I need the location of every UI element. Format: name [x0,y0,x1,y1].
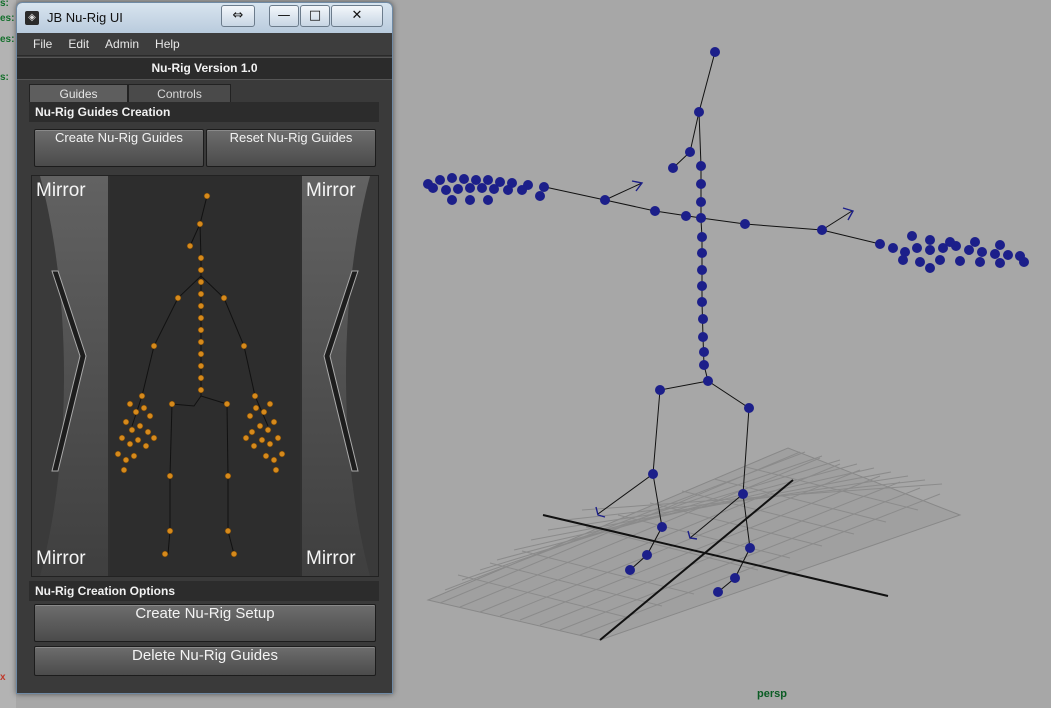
mirror-label: Mirror [306,548,356,569]
mirror-left-shape [32,176,87,576]
app-icon: ◈ [25,11,39,25]
delete-guides-button[interactable]: Delete Nu-Rig Guides [34,646,376,676]
mirror-right-panel[interactable]: Mirror Mirror [302,176,378,576]
window-titlebar[interactable]: ◈ JB Nu-Rig UI ⇔ — □ ✕ [17,3,392,33]
guide-picker-panel: Mirror Mirror Mirror Mirror [31,175,379,577]
mirror-left-panel[interactable]: Mirror Mirror [32,176,108,576]
guide-rig-svg [114,192,286,558]
tab-bar: Guides Controls [17,84,392,104]
options-section-header[interactable]: Nu-Rig Creation Options [29,581,379,601]
reset-guides-button[interactable]: Reset Nu-Rig Guides [206,129,376,167]
mirror-label: Mirror [306,180,356,201]
menu-file[interactable]: File [25,37,60,51]
guides-section-header[interactable]: Nu-Rig Guides Creation [29,102,379,122]
version-banner: Nu-Rig Version 1.0 [17,57,392,80]
mirror-label: Mirror [36,180,86,201]
minimize-button[interactable]: — [269,5,299,27]
guide-rig-diagram [110,176,300,576]
tab-guides[interactable]: Guides [29,84,128,104]
create-setup-button[interactable]: Create Nu-Rig Setup [34,604,376,642]
tab-controls[interactable]: Controls [128,84,231,104]
menu-admin[interactable]: Admin [97,37,147,51]
nu-rig-window[interactable]: ◈ JB Nu-Rig UI ⇔ — □ ✕ File Edit Admin H… [16,2,393,694]
create-guides-button[interactable]: Create Nu-Rig Guides [34,129,204,167]
window-title: JB Nu-Rig UI [47,10,123,25]
menu-help[interactable]: Help [147,37,188,51]
maximize-button[interactable]: □ [300,5,330,27]
resize-button[interactable]: ⇔ [221,5,255,27]
mirror-right-shape [323,176,378,576]
camera-label: persp [757,688,787,700]
close-button[interactable]: ✕ [331,5,383,27]
ground-grid [426,447,962,641]
menu-bar: File Edit Admin Help [17,33,392,56]
menu-edit[interactable]: Edit [60,37,97,51]
mirror-label: Mirror [36,548,86,569]
